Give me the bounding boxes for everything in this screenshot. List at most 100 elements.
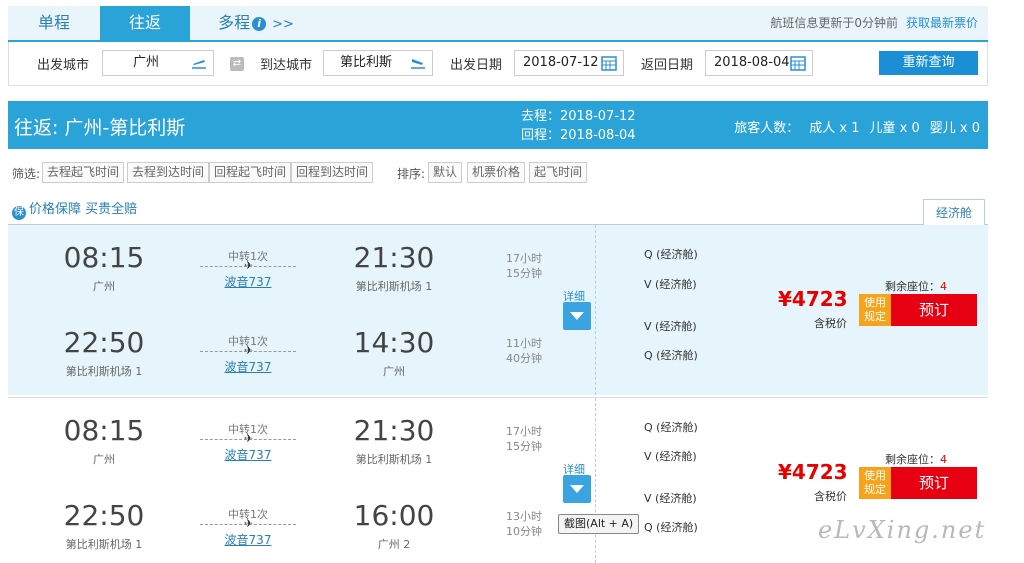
seats-count: 4: [940, 453, 947, 466]
tab-economy-class[interactable]: 经济舱: [923, 199, 985, 225]
filter-bar: 筛选: 去程起飞时间 去程到达时间 回程起飞时间 回程到达时间 排序: 默认 机…: [8, 159, 988, 187]
arrive-time: 21:30: [353, 414, 435, 447]
guarantee-text: 价格保障 买贵全赔: [29, 202, 138, 217]
shield-icon: 保: [12, 206, 26, 220]
sort-default[interactable]: 默认: [428, 162, 463, 183]
duration-hours: 17小时: [506, 252, 542, 265]
outbound-date: 去程：2018-07-12: [521, 109, 636, 124]
chevron-down-icon[interactable]: [563, 475, 591, 503]
plane-icon: ✈: [244, 432, 254, 445]
cabin-class: V (经济舱): [644, 492, 697, 505]
cabin-class: Q (经济舱): [644, 421, 698, 434]
cabin-class: Q (经济舱): [644, 248, 698, 261]
duration: 17小时 15分钟: [504, 424, 544, 454]
fare-rules-button[interactable]: 使用规定: [859, 294, 891, 326]
duration-hours: 13小时: [506, 510, 542, 523]
return-date-label: 返回日期: [641, 58, 694, 73]
book-button[interactable]: 预订: [891, 467, 977, 499]
price: ¥4723: [778, 460, 848, 484]
depart-place: 广州: [93, 453, 115, 466]
pax-label: 旅客人数：: [734, 121, 800, 136]
landing-icon: [411, 59, 425, 69]
tab-one-way[interactable]: 单程: [8, 6, 100, 40]
requery-button[interactable]: 重新查询: [879, 51, 978, 75]
return-segment: 22:50 第比利斯机场 1 中转1次 ✈ 波音737 16:00 广州 2 1…: [8, 499, 568, 563]
transfer-info: 中转1次 ✈ 波音737: [198, 333, 298, 375]
outbound-segment: 08:15 广州 中转1次 ✈ 波音737 21:30 第比利斯机场 1 17小…: [8, 414, 568, 494]
duration-minutes: 10分钟: [506, 525, 542, 538]
duration-minutes: 40分钟: [506, 352, 542, 365]
duration-minutes: 15分钟: [506, 267, 542, 280]
divider: [595, 398, 596, 563]
watermark: eLvXing.net: [818, 516, 987, 544]
refresh-price-link[interactable]: 获取最新票价: [906, 16, 978, 30]
tax-included-label: 含税价: [814, 490, 847, 503]
filter-label: 筛选:: [12, 167, 41, 181]
duration: 17小时 15分钟: [504, 251, 544, 281]
tab-round-trip[interactable]: 往返: [100, 6, 190, 40]
price: ¥4723: [778, 287, 848, 311]
return-segment: 22:50 第比利斯机场 1 中转1次 ✈ 波音737 14:30 广州 11小…: [8, 326, 568, 406]
arrive-place: 第比利斯机场 1: [355, 453, 433, 466]
trip-type-tabbar: 单程 往返 多程 i >> 航班信息更新于0分钟前 获取最新票价: [8, 6, 988, 42]
info-icon[interactable]: i: [252, 16, 267, 31]
calendar-icon[interactable]: [601, 55, 617, 71]
depart-date-label: 出发日期: [450, 58, 503, 73]
arrive-place: 第比利斯机场 1: [355, 280, 433, 293]
arrive-time: 16:00: [353, 499, 435, 532]
depart-date-value: 2018-07-12: [523, 55, 599, 70]
book-button[interactable]: 预订: [891, 294, 977, 326]
filter-return-arrive[interactable]: 回程到达时间: [291, 162, 374, 183]
search-bar: 出发城市 广州 ⇄ 到达城市 第比利斯 出发日期 2018-07-12 返回日期…: [8, 42, 988, 86]
duration: 11小时 40分钟: [504, 336, 544, 366]
return-date-input[interactable]: 2018-08-04: [705, 50, 813, 76]
arrive-time: 14:30: [353, 326, 435, 359]
arrive-place: 广州: [383, 365, 405, 378]
seats-label: 剩余座位：: [885, 280, 940, 293]
seats-label: 剩余座位：: [885, 453, 940, 466]
from-city-label: 出发城市: [37, 58, 90, 73]
takeoff-icon: [192, 60, 206, 69]
route-header: 往返: 广州-第比利斯 去程：2018-07-12 回程：2018-08-04 …: [8, 101, 988, 149]
depart-place: 第比利斯机场 1: [65, 538, 143, 551]
divider: [595, 225, 596, 395]
depart-date-input[interactable]: 2018-07-12: [514, 50, 624, 76]
to-city-input[interactable]: 第比利斯: [323, 50, 433, 76]
filter-outbound-depart[interactable]: 去程起飞时间: [42, 162, 125, 183]
sort-depart-time[interactable]: 起飞时间: [529, 162, 588, 183]
outbound-segment: 08:15 广州 中转1次 ✈ 波音737 21:30 第比利斯机场 1 17小…: [8, 241, 568, 321]
depart-time: 08:15: [63, 241, 145, 274]
aircraft-link[interactable]: 波音737: [198, 358, 298, 375]
tab-multi-city[interactable]: 多程 i >>: [206, 6, 306, 40]
to-city-value: 第比利斯: [340, 55, 393, 70]
sort-label: 排序:: [397, 167, 426, 181]
infant-count: 婴儿 x 0: [929, 121, 980, 136]
depart-time: 22:50: [63, 326, 145, 359]
price-guarantee[interactable]: 保价格保障 买贵全赔: [12, 198, 137, 220]
update-text: 航班信息更新于0分钟前: [770, 16, 898, 30]
filter-outbound-arrive[interactable]: 去程到达时间: [127, 162, 210, 183]
route-dates: 去程：2018-07-12 回程：2018-08-04: [521, 107, 636, 145]
swap-cities-icon[interactable]: ⇄: [230, 57, 244, 71]
seats-remaining: 剩余座位：4: [885, 278, 947, 294]
aircraft-link[interactable]: 波音737: [198, 273, 298, 290]
chevron-down-icon[interactable]: [563, 302, 591, 330]
route-title: 往返: 广州-第比利斯: [14, 117, 186, 139]
more-arrows-icon[interactable]: >>: [272, 17, 294, 32]
fare-rules-button[interactable]: 使用规定: [859, 467, 891, 499]
aircraft-link[interactable]: 波音737: [198, 446, 298, 463]
duration: 13小时 10分钟: [504, 509, 544, 539]
seats-remaining: 剩余座位：4: [885, 451, 947, 467]
depart-place: 广州: [93, 280, 115, 293]
cabin-class: Q (经济舱): [644, 521, 698, 534]
aircraft-link[interactable]: 波音737: [198, 531, 298, 548]
filter-return-depart[interactable]: 回程起飞时间: [209, 162, 292, 183]
cabin-class: V (经济舱): [644, 278, 697, 291]
tax-included-label: 含税价: [814, 317, 847, 330]
duration-hours: 17小时: [506, 425, 542, 438]
from-city-input[interactable]: 广州: [102, 50, 214, 76]
seats-count: 4: [940, 280, 947, 293]
sort-price[interactable]: 机票价格: [467, 162, 526, 183]
return-date-value: 2018-08-04: [714, 55, 790, 70]
calendar-icon[interactable]: [790, 55, 806, 71]
